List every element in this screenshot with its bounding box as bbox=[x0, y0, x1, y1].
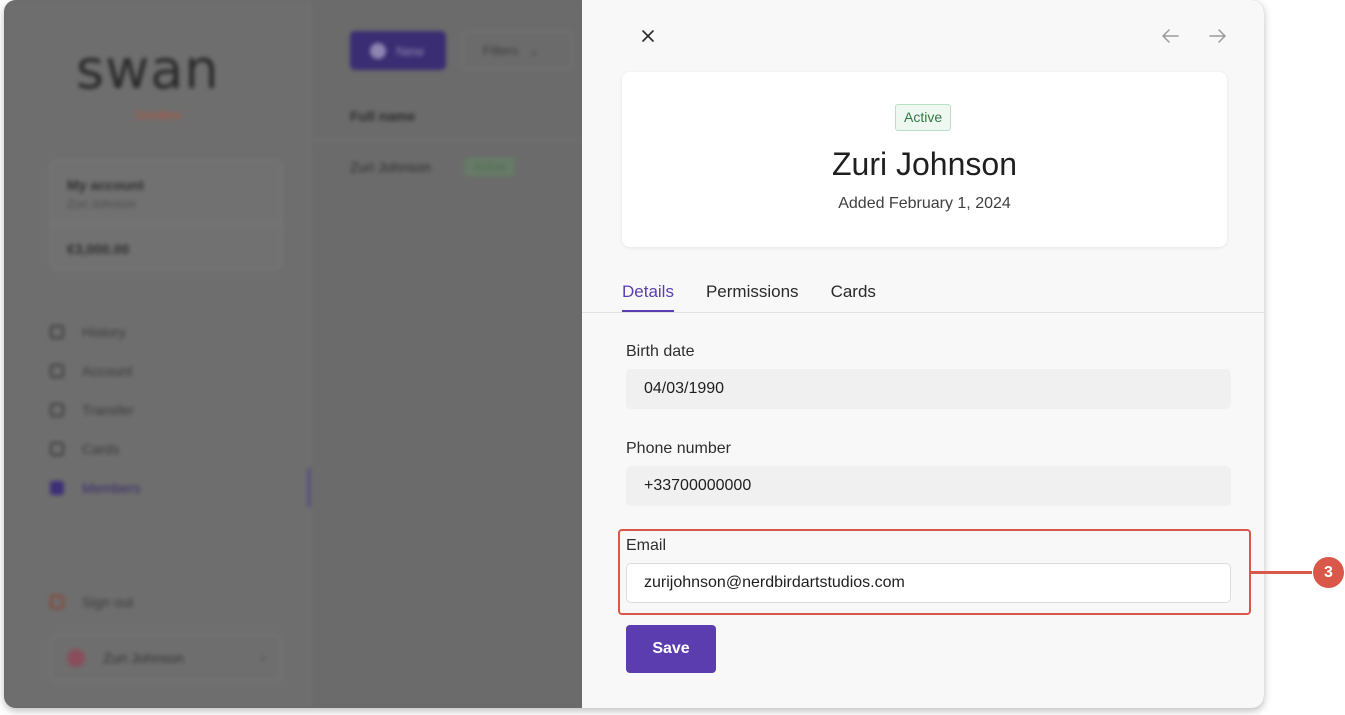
tab-cards[interactable]: Cards bbox=[831, 280, 876, 313]
arrow-left-icon[interactable] bbox=[1159, 25, 1181, 47]
sidebar-item-cards[interactable]: Cards bbox=[44, 429, 310, 468]
sidebar-item-transfer[interactable]: Transfer bbox=[44, 390, 310, 429]
chevron-right-icon: › bbox=[261, 651, 265, 665]
new-button-label: New bbox=[396, 42, 425, 59]
callout-connector bbox=[1249, 571, 1312, 574]
column-header-full-name: Full name bbox=[350, 108, 416, 124]
status-badge: Active bbox=[895, 104, 952, 131]
member-name: Zuri Johnson bbox=[832, 146, 1017, 182]
user-menu[interactable]: Zuri Johnson › bbox=[50, 634, 282, 682]
sidebar-item-label: Account bbox=[82, 362, 133, 379]
new-member-button[interactable]: New bbox=[350, 31, 446, 70]
divider bbox=[310, 140, 582, 141]
phone-number-field: +33700000000 bbox=[626, 466, 1231, 506]
divider bbox=[582, 312, 1264, 313]
avatar bbox=[67, 649, 85, 667]
card-icon bbox=[50, 441, 64, 456]
members-icon bbox=[50, 480, 64, 495]
birth-date-field: 04/03/1990 bbox=[626, 369, 1231, 409]
transfer-icon bbox=[50, 402, 64, 417]
sidebar-item-history[interactable]: History bbox=[44, 312, 310, 351]
sidebar-item-label: Cards bbox=[82, 440, 120, 457]
tab-bar: Details Permissions Cards bbox=[622, 280, 876, 313]
sidebar-nav: History Account Transfer Cards Members bbox=[44, 312, 312, 507]
members-list: New Filters ⌄ Full name Zuri Johnson Acti… bbox=[310, 0, 582, 708]
sidebar-item-label: Members bbox=[82, 479, 141, 496]
account-balance: €3,000.00 bbox=[67, 241, 130, 257]
email-label: Email bbox=[626, 537, 667, 554]
status-badge: Active bbox=[464, 157, 515, 177]
swan-logo: swan bbox=[76, 38, 220, 101]
account-title: My account bbox=[67, 177, 145, 193]
account-card[interactable]: My account Zuri Johnson €3,000.00 bbox=[50, 160, 282, 270]
filters-button[interactable]: Filters ⌄ bbox=[462, 31, 572, 70]
divider bbox=[51, 223, 281, 224]
sidebar-item-account[interactable]: Account bbox=[44, 351, 310, 390]
account-icon bbox=[50, 363, 64, 378]
sign-out-label: Sign out bbox=[82, 594, 134, 610]
plus-icon bbox=[370, 42, 386, 59]
sidebar-item-members[interactable]: Members bbox=[44, 468, 312, 507]
sidebar-item-label: History bbox=[82, 323, 126, 340]
background-app: swan Sandbox My account Zuri Johnson €3,… bbox=[4, 0, 582, 708]
chevron-down-icon: ⌄ bbox=[528, 42, 540, 58]
sidebar-item-label: Transfer bbox=[82, 401, 134, 418]
phone-number-label: Phone number bbox=[626, 440, 731, 457]
birth-date-label: Birth date bbox=[626, 343, 695, 360]
history-icon bbox=[50, 324, 64, 339]
added-date: Added February 1, 2024 bbox=[838, 195, 1011, 212]
account-subtitle: Zuri Johnson bbox=[67, 197, 137, 211]
sign-out-link[interactable]: Sign out bbox=[50, 594, 133, 610]
tab-permissions[interactable]: Permissions bbox=[706, 280, 799, 313]
app-window: swan Sandbox My account Zuri Johnson €3,… bbox=[4, 0, 1264, 708]
member-summary-card: Active Zuri Johnson Added February 1, 20… bbox=[622, 72, 1227, 247]
user-name: Zuri Johnson bbox=[103, 650, 184, 666]
sidebar: swan Sandbox My account Zuri Johnson €3,… bbox=[4, 0, 312, 708]
filters-label: Filters bbox=[483, 43, 519, 58]
save-button[interactable]: Save bbox=[626, 625, 716, 673]
table-row[interactable]: Zuri Johnson bbox=[350, 159, 431, 175]
close-icon[interactable] bbox=[638, 26, 658, 46]
arrow-right-icon[interactable] bbox=[1207, 25, 1229, 47]
email-field[interactable]: zurijohnson@nerdbirdartstudios.com bbox=[626, 563, 1231, 603]
tab-details[interactable]: Details bbox=[622, 280, 674, 313]
member-drawer: Active Zuri Johnson Added February 1, 20… bbox=[582, 0, 1264, 708]
callout-number-badge: 3 bbox=[1313, 557, 1344, 588]
environment-label: Sandbox bbox=[135, 108, 183, 122]
sign-out-icon bbox=[50, 595, 64, 609]
